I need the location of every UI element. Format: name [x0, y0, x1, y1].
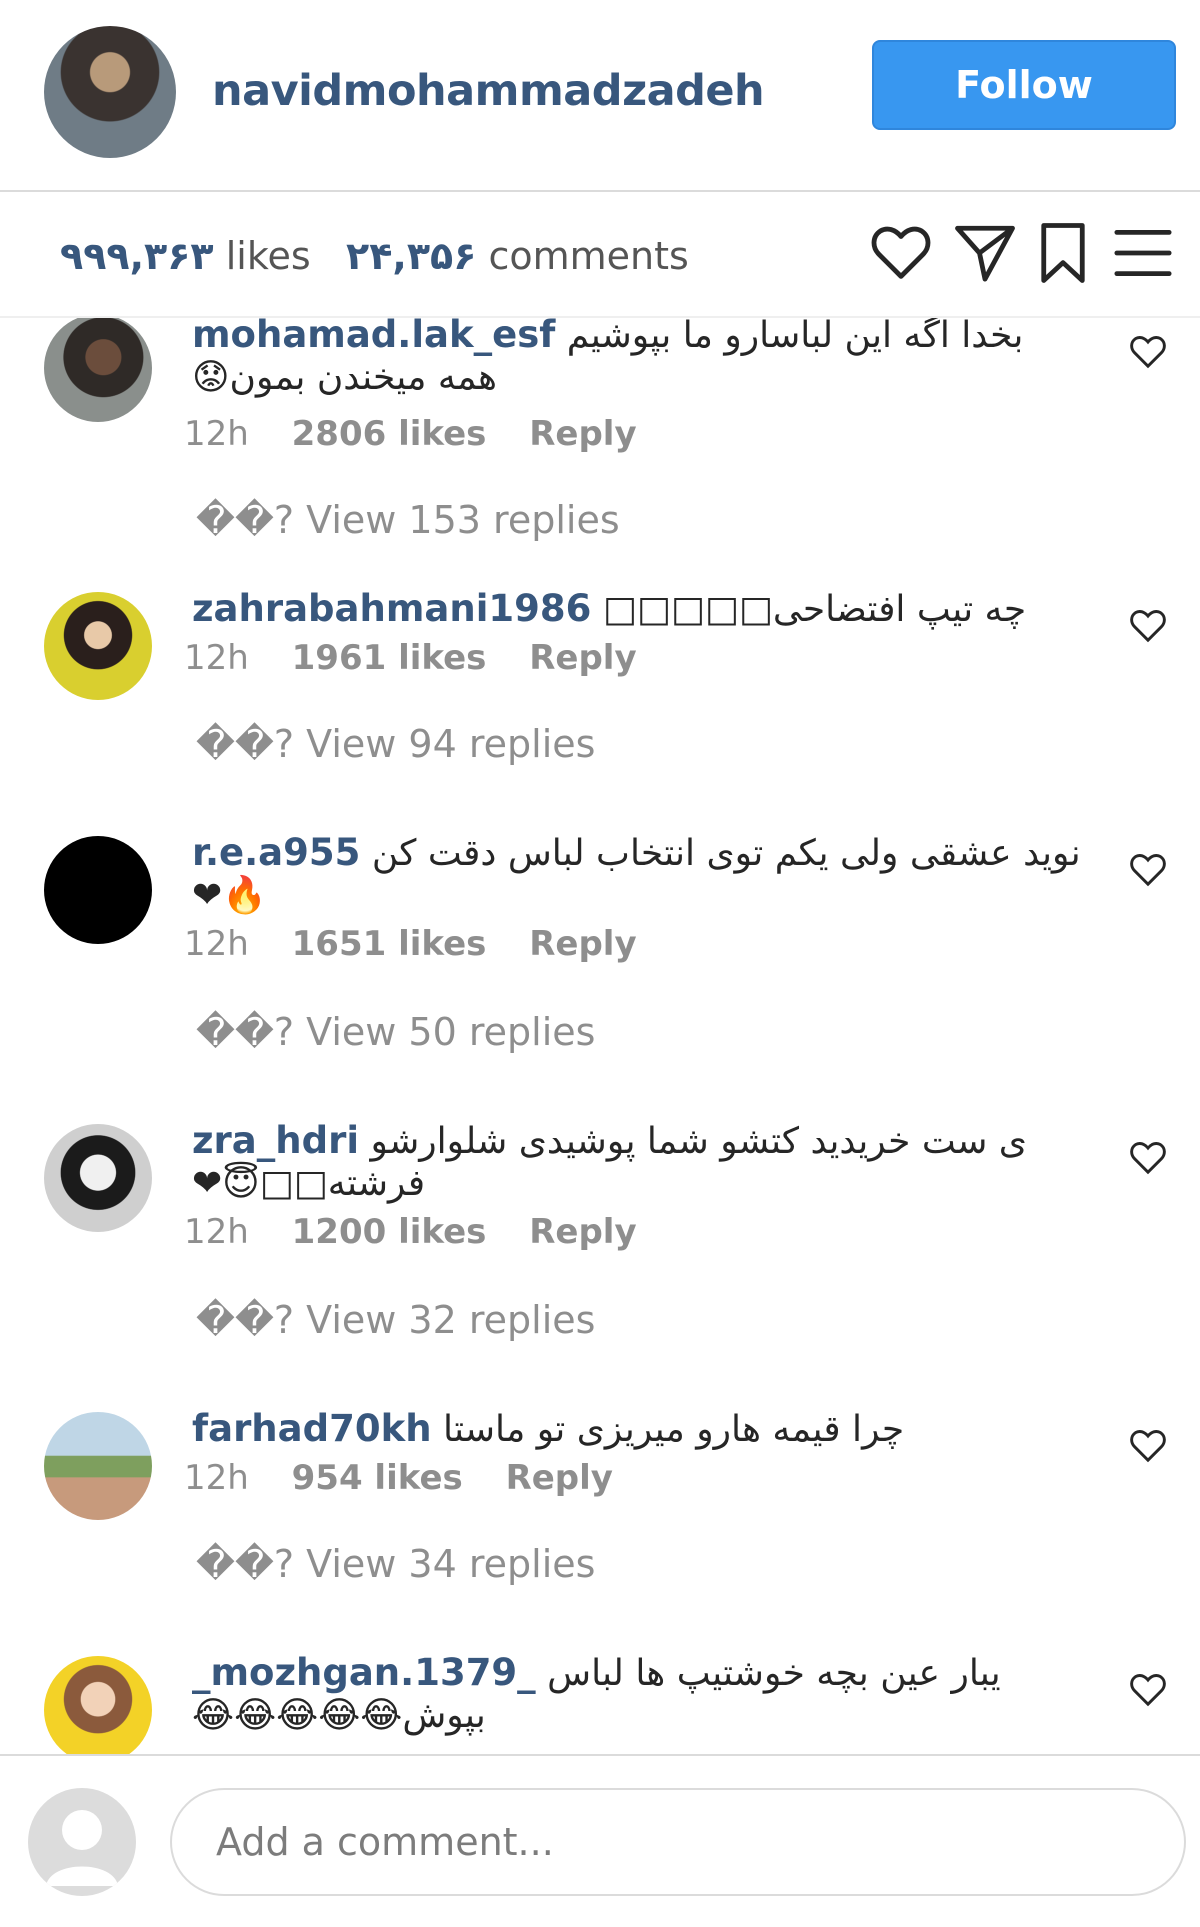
heart-icon[interactable]: [868, 220, 934, 286]
comments-list: mohamad.lak_esf بخدا اگه این لباسارو ما …: [0, 318, 1200, 1754]
comment-like-icon[interactable]: [1128, 1670, 1168, 1710]
comments-label: comments: [488, 234, 689, 278]
comment-time: 12h: [184, 1458, 249, 1498]
comment-time: 12h: [184, 414, 249, 454]
commenter-avatar[interactable]: [44, 1412, 152, 1520]
reply-button[interactable]: Reply: [506, 1458, 613, 1498]
comment-username[interactable]: zahrabahmani1986: [192, 587, 591, 630]
commenter-avatar[interactable]: [44, 836, 152, 944]
view-replies-link[interactable]: ��? View 32 replies: [196, 1298, 595, 1342]
comment-text: zahrabahmani1986 چه تیپ افتضاحی□□□□□: [192, 588, 1092, 631]
comment-meta: 12h 1200 likes Reply: [184, 1212, 637, 1252]
likes-label: likes: [225, 234, 311, 278]
bookmark-icon[interactable]: [1030, 220, 1096, 286]
comment-body: چه تیپ افتضاحی□□□□□: [602, 589, 1027, 630]
reply-button[interactable]: Reply: [529, 638, 636, 678]
comment-time: 12h: [184, 924, 249, 964]
post-stats-bar: ۹۹۹,۳۶۳ likes ۲۴,۳۵۶ comments: [0, 192, 1200, 318]
view-replies-link[interactable]: ��? View 50 replies: [196, 1010, 595, 1054]
commenter-avatar[interactable]: [44, 1124, 152, 1232]
reply-button[interactable]: Reply: [529, 924, 636, 964]
comment-text: _mozhgan.1379_ یبار عین بچه خوشتیپ ها لب…: [192, 1652, 1092, 1737]
comment-like-icon[interactable]: [1128, 850, 1168, 890]
comment-like-icon[interactable]: [1128, 1426, 1168, 1466]
comment-likes[interactable]: 1961 likes: [292, 638, 487, 678]
send-icon[interactable]: [952, 220, 1018, 286]
current-user-avatar: [28, 1788, 136, 1896]
post-header: navidmohammadzadeh Follow: [0, 0, 1200, 192]
comments-count: ۲۴,۳۵۶: [346, 234, 477, 278]
comment-like-icon[interactable]: [1128, 606, 1168, 646]
comment-meta: 12h 1651 likes Reply: [184, 924, 637, 964]
owner-username[interactable]: navidmohammadzadeh: [212, 66, 765, 116]
comment-likes[interactable]: 1200 likes: [292, 1212, 487, 1252]
owner-avatar[interactable]: [44, 26, 176, 158]
comment-username[interactable]: farhad70kh: [192, 1407, 432, 1450]
commenter-avatar[interactable]: [44, 592, 152, 700]
comment-text: farhad70kh چرا قیمه هارو میریزی تو ماستا: [192, 1408, 1092, 1451]
comment-likes[interactable]: 954 likes: [292, 1458, 463, 1498]
comment-composer: [0, 1754, 1200, 1927]
reply-button[interactable]: Reply: [529, 1212, 636, 1252]
comment-body: چرا قیمه هارو میریزی تو ماستا: [443, 1409, 905, 1450]
view-replies-link[interactable]: ��? View 153 replies: [196, 498, 620, 542]
comment-like-icon[interactable]: [1128, 1138, 1168, 1178]
likes-count: ۹۹۹,۳۶۳: [60, 234, 214, 278]
comment-username[interactable]: mohamad.lak_esf: [192, 318, 555, 356]
comment-meta: 12h 954 likes Reply: [184, 1458, 613, 1498]
comment-likes[interactable]: 1651 likes: [292, 924, 487, 964]
default-avatar-icon: [46, 1810, 118, 1886]
commenter-avatar[interactable]: [44, 318, 152, 422]
likes-stat[interactable]: ۹۹۹,۳۶۳ likes: [60, 234, 311, 278]
menu-icon[interactable]: [1110, 220, 1176, 286]
comment-username[interactable]: r.e.a955: [192, 831, 360, 874]
comment-text: r.e.a955 نوید عشقی ولی یکم توی انتخاب لب…: [192, 832, 1092, 917]
comment-meta: 12h 1961 likes Reply: [184, 638, 637, 678]
follow-button[interactable]: Follow: [872, 40, 1176, 130]
comment-text: mohamad.lak_esf بخدا اگه این لباسارو ما …: [192, 318, 1092, 399]
comment-username[interactable]: _mozhgan.1379_: [192, 1651, 536, 1694]
comment-text: zra_hdri ی ست خریدید کتشو شما پوشیدی شلو…: [192, 1120, 1092, 1205]
comment-likes[interactable]: 2806 likes: [292, 414, 487, 454]
view-replies-link[interactable]: ��? View 94 replies: [196, 722, 595, 766]
comment-like-icon[interactable]: [1128, 332, 1168, 372]
view-replies-link[interactable]: ��? View 34 replies: [196, 1542, 595, 1586]
comments-stat[interactable]: ۲۴,۳۵۶ comments: [346, 234, 689, 278]
comment-input[interactable]: [170, 1788, 1186, 1896]
reply-button[interactable]: Reply: [529, 414, 636, 454]
comment-meta: 12h 2806 likes Reply: [184, 414, 637, 454]
comment-time: 12h: [184, 1212, 249, 1252]
comment-username[interactable]: zra_hdri: [192, 1119, 359, 1162]
comment-time: 12h: [184, 638, 249, 678]
commenter-avatar[interactable]: [44, 1656, 152, 1754]
